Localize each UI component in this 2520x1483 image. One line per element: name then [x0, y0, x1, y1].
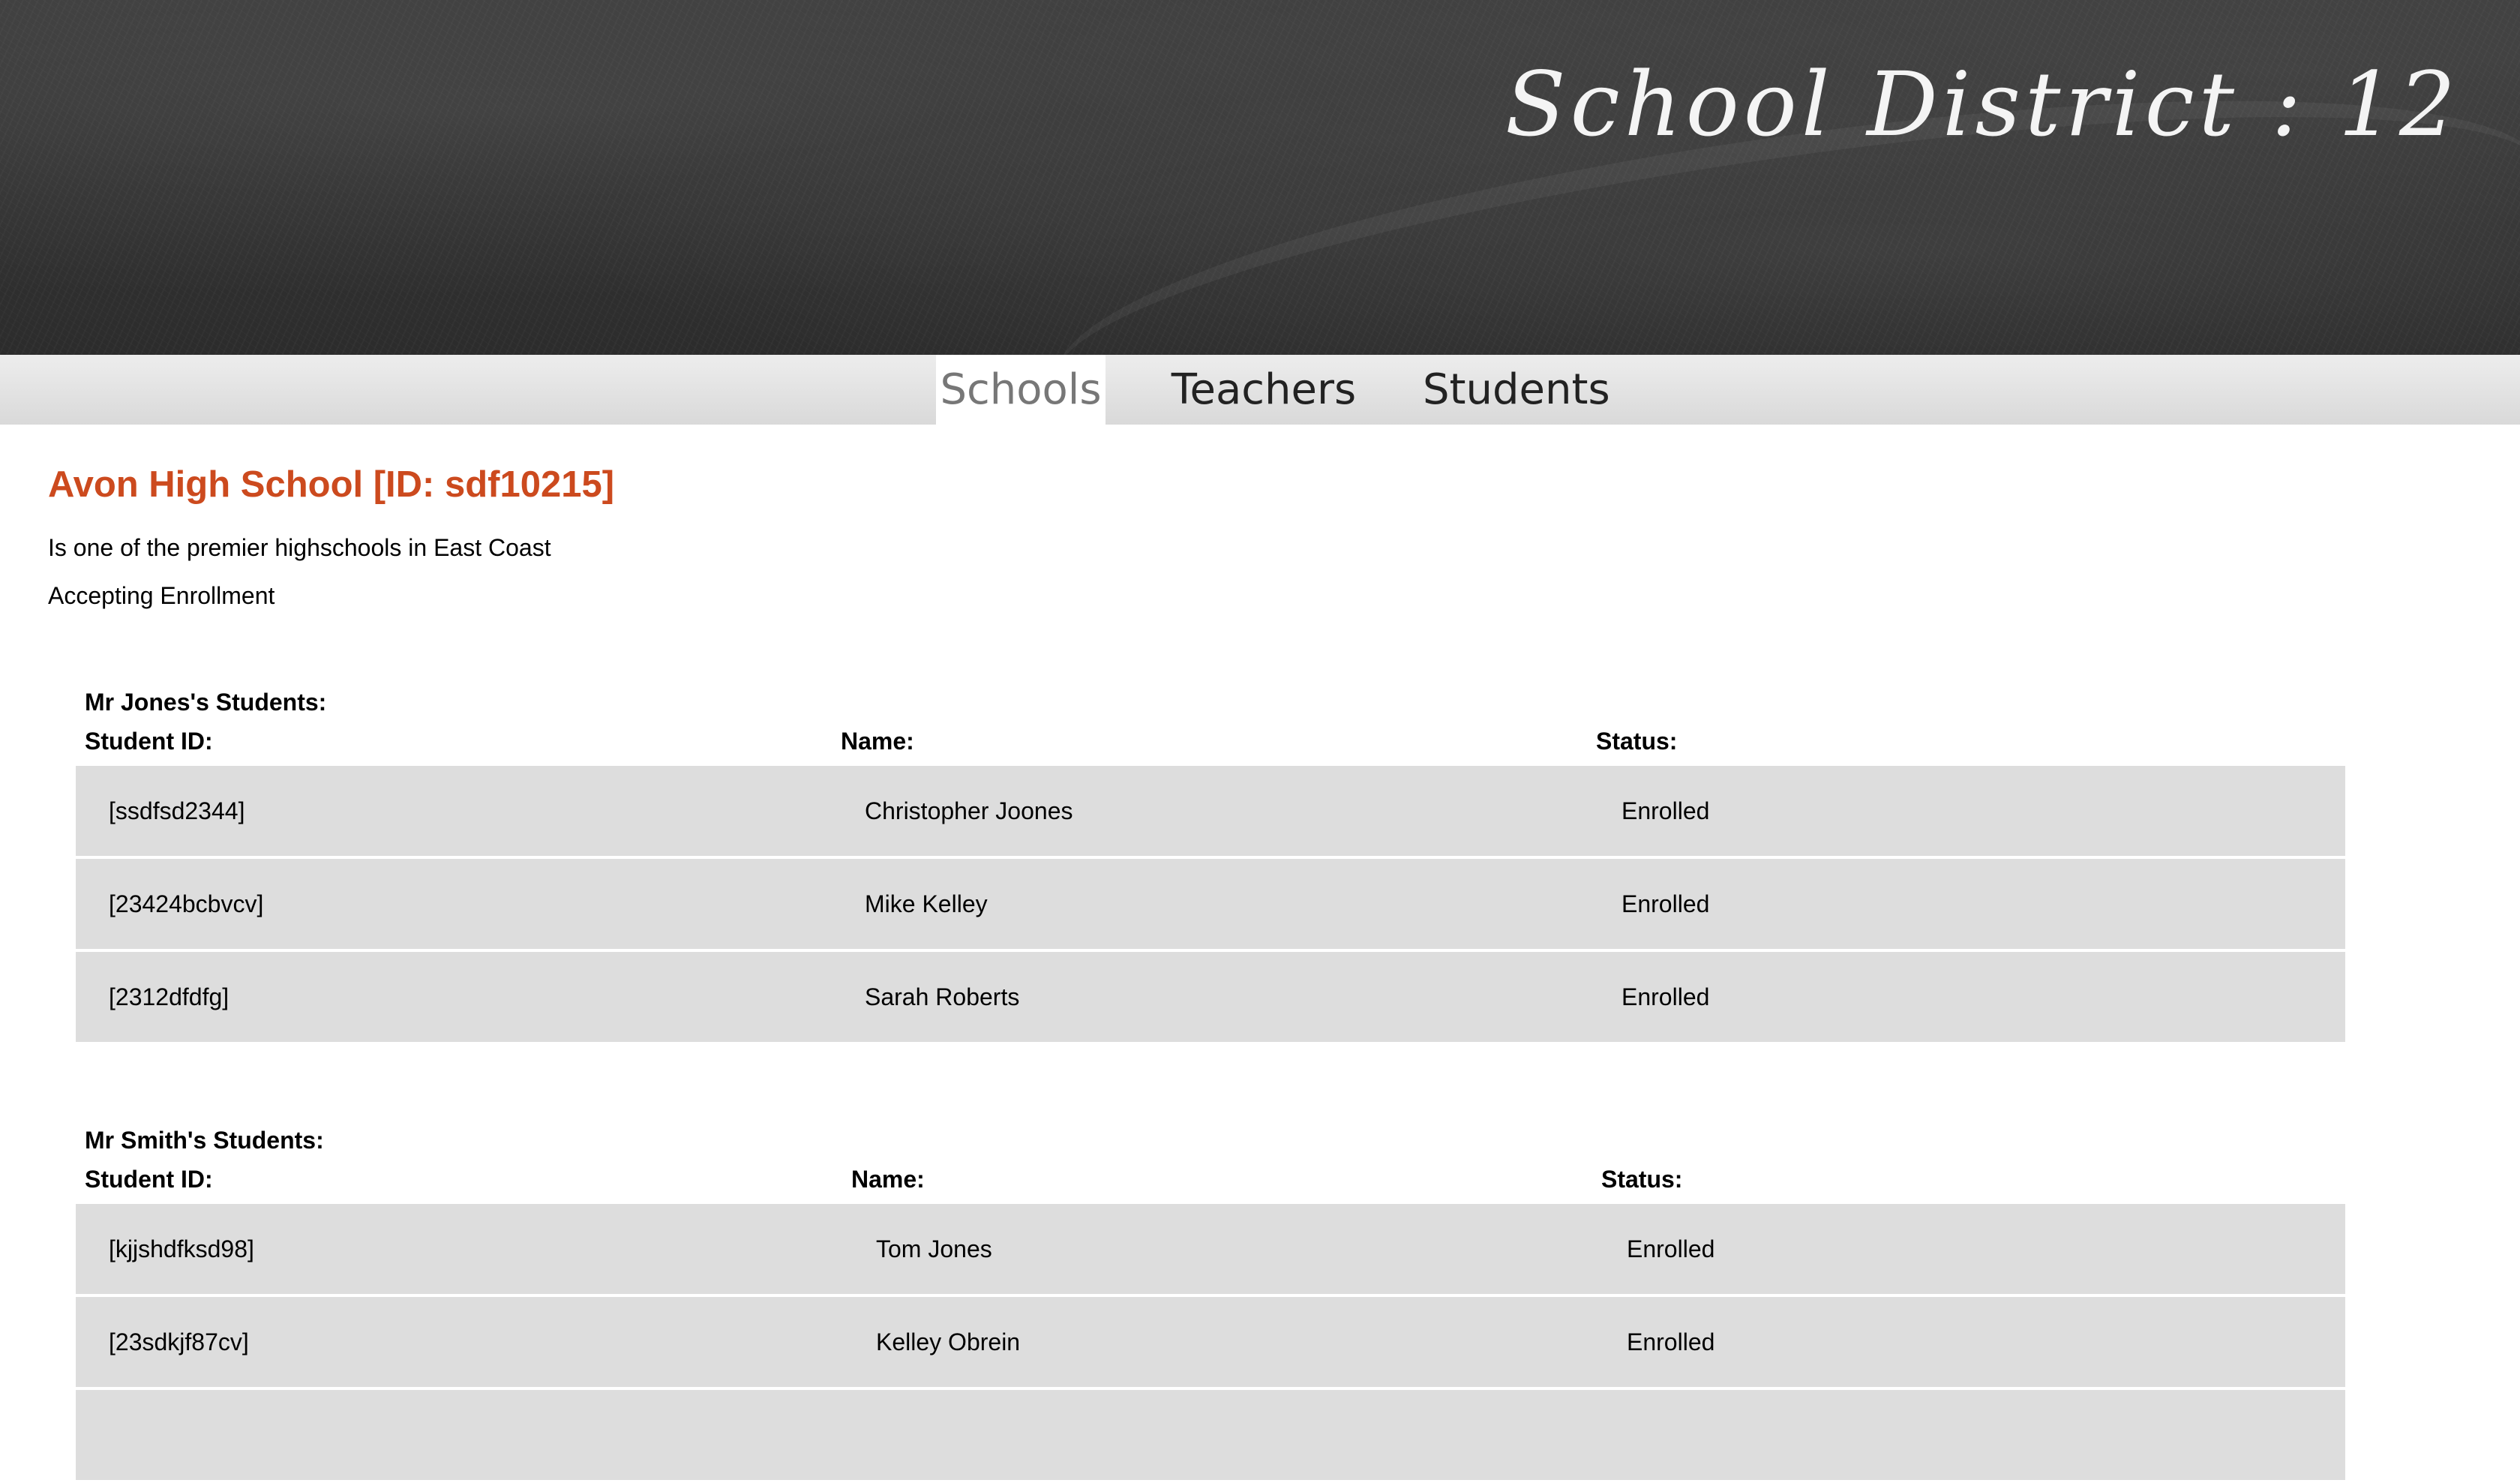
- teacher-heading: Mr Smith's Students:: [85, 1127, 324, 1154]
- table-row[interactable]: [23sdkjf87cv] Kelley Obrein Enrolled: [76, 1297, 2345, 1387]
- tab-students[interactable]: Students: [1423, 355, 1610, 425]
- student-status-cell: Enrolled: [1622, 983, 1710, 1010]
- nav-bar: Schools Teachers Students: [0, 355, 2520, 425]
- student-id-cell: [23424bcbvcv]: [109, 890, 264, 917]
- table-row[interactable]: [kjjshdfksd98] Tom Jones Enrolled: [76, 1204, 2345, 1294]
- student-id-cell: [23sdkjf87cv]: [109, 1328, 249, 1355]
- column-header-student-id: Student ID:: [85, 1166, 213, 1193]
- table-row[interactable]: [2312dfdfg] Sarah Roberts Enrolled: [76, 952, 2345, 1042]
- column-header-name: Name:: [841, 728, 914, 755]
- student-status-cell: Enrolled: [1627, 1235, 1715, 1262]
- header-banner: School District : 12: [0, 0, 2520, 355]
- student-status-cell: Enrolled: [1622, 797, 1710, 824]
- student-name-cell: Mike Kelley: [865, 890, 988, 917]
- table-row[interactable]: [76, 1390, 2345, 1480]
- enrollment-status: Accepting Enrollment: [48, 582, 275, 609]
- table-row[interactable]: [ssdfsd2344] Christopher Joones Enrolled: [76, 766, 2345, 856]
- student-name-cell: Kelley Obrein: [876, 1328, 1021, 1355]
- student-id-cell: [kjjshdfksd98]: [109, 1235, 254, 1262]
- student-table: [kjjshdfksd98] Tom Jones Enrolled [23sdk…: [76, 1204, 2345, 1483]
- student-name-cell: Christopher Joones: [865, 797, 1073, 824]
- teacher-heading: Mr Jones's Students:: [85, 689, 327, 716]
- school-description: Is one of the premier highschools in Eas…: [48, 534, 551, 561]
- tab-schools[interactable]: Schools: [936, 355, 1106, 425]
- column-header-status: Status:: [1601, 1166, 1683, 1193]
- column-header-student-id: Student ID:: [85, 728, 213, 755]
- student-table: [ssdfsd2344] Christopher Joones Enrolled…: [76, 766, 2345, 1045]
- student-id-cell: [ssdfsd2344]: [109, 797, 245, 824]
- student-id-cell: [2312dfdfg]: [109, 983, 230, 1010]
- site-title: School District : 12: [1504, 53, 2460, 156]
- table-row[interactable]: [23424bcbvcv] Mike Kelley Enrolled: [76, 859, 2345, 949]
- student-status-cell: Enrolled: [1622, 890, 1710, 917]
- student-name-cell: Sarah Roberts: [865, 983, 1020, 1010]
- tab-teachers[interactable]: Teachers: [1166, 355, 1361, 425]
- student-status-cell: Enrolled: [1627, 1328, 1715, 1355]
- column-header-name: Name:: [851, 1166, 925, 1193]
- student-name-cell: Tom Jones: [876, 1235, 992, 1262]
- school-title: Avon High School [ID: sdf10215]: [48, 464, 615, 505]
- column-header-status: Status:: [1596, 728, 1678, 755]
